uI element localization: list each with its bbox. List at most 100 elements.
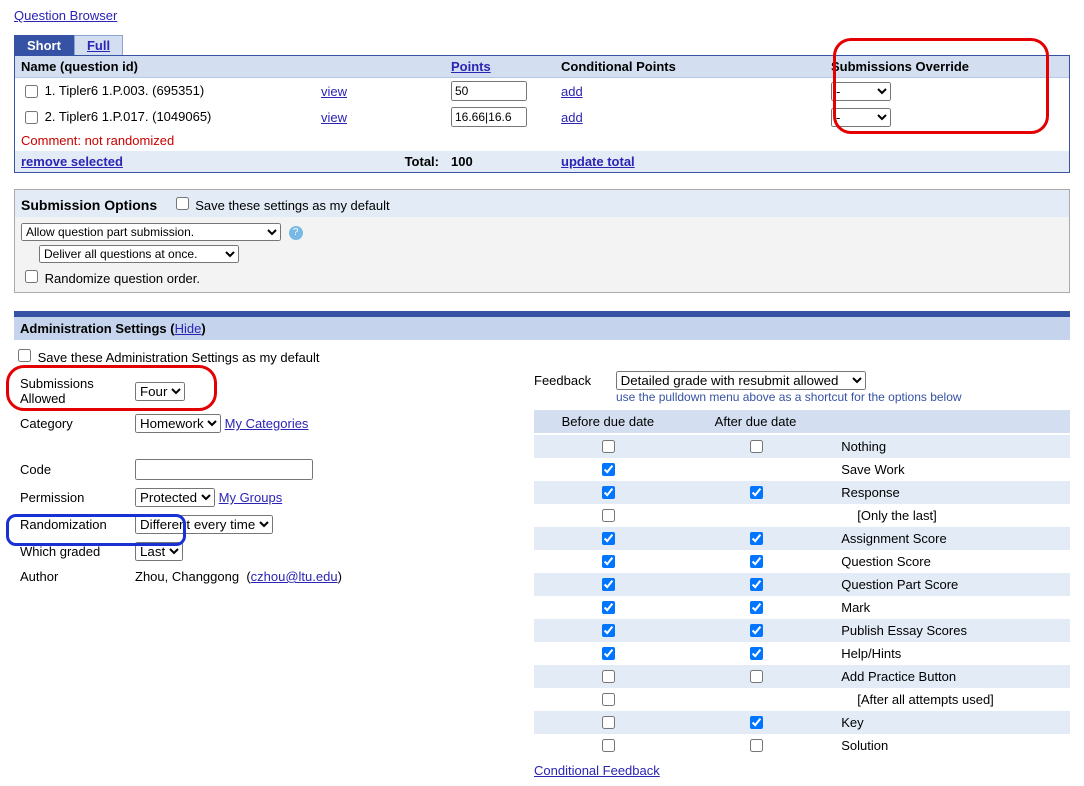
col-before-due: Before due date: [534, 410, 682, 434]
part-submission-select[interactable]: Allow question part submission.: [21, 223, 281, 241]
row-checkbox[interactable]: [25, 85, 38, 98]
admin-save-default-checkbox[interactable]: [18, 349, 31, 362]
add-cond-link[interactable]: add: [561, 84, 583, 99]
tab-full[interactable]: Full: [74, 35, 123, 55]
feedback-row-label: Help/Hints: [829, 642, 1070, 665]
before-checkbox[interactable]: [602, 739, 615, 752]
permission-select[interactable]: Protected: [135, 488, 215, 507]
author-name: Zhou, Changgong: [135, 569, 239, 584]
before-checkbox[interactable]: [602, 463, 615, 476]
feedback-row: Assignment Score: [534, 527, 1070, 550]
total-value: 100: [445, 151, 555, 172]
question-browser-link[interactable]: Question Browser: [14, 8, 117, 23]
label-code: Code: [16, 456, 129, 483]
update-total-link[interactable]: update total: [561, 154, 635, 169]
feedback-select[interactable]: Detailed grade with resubmit allowed: [616, 371, 866, 390]
col-cond-points: Conditional Points: [555, 56, 825, 78]
tabs: Short Full: [14, 35, 1070, 55]
before-checkbox[interactable]: [602, 486, 615, 499]
submission-options-title: Submission Options: [21, 197, 157, 213]
remove-selected-link[interactable]: remove selected: [21, 154, 123, 169]
view-link[interactable]: view: [321, 84, 347, 99]
row-checkbox[interactable]: [25, 111, 38, 124]
row-idx: 2.: [45, 108, 56, 123]
after-checkbox[interactable]: [750, 578, 763, 591]
hide-link[interactable]: Hide: [175, 321, 202, 336]
label-submissions-allowed: Submissions Allowed: [16, 373, 129, 409]
after-checkbox[interactable]: [750, 440, 763, 453]
save-default-checkbox[interactable]: [176, 197, 189, 210]
row-idx: 1.: [45, 82, 56, 97]
feedback-label: Feedback: [534, 373, 612, 388]
before-checkbox[interactable]: [602, 716, 615, 729]
which-graded-select[interactable]: Last: [135, 542, 183, 561]
points-input[interactable]: [451, 81, 527, 101]
randomization-select[interactable]: Different every time: [135, 515, 273, 534]
before-checkbox[interactable]: [602, 578, 615, 591]
label-which-graded: Which graded: [16, 539, 129, 564]
feedback-row-label: Key: [829, 711, 1070, 734]
before-checkbox[interactable]: [602, 670, 615, 683]
tab-short[interactable]: Short: [14, 35, 74, 55]
before-checkbox[interactable]: [602, 509, 615, 522]
admin-settings-table: Submissions Allowed Four Category Homewo…: [14, 371, 348, 589]
feedback-row: Add Practice Button: [534, 665, 1070, 688]
deliver-select[interactable]: Deliver all questions at once.: [39, 245, 239, 263]
feedback-row: Solution: [534, 734, 1070, 757]
my-categories-link[interactable]: My Categories: [225, 416, 309, 431]
override-select[interactable]: -: [831, 108, 891, 127]
admin-save-default-label: Save these Administration Settings as my…: [38, 350, 320, 365]
randomize-checkbox[interactable]: [25, 270, 38, 283]
before-checkbox[interactable]: [602, 693, 615, 706]
feedback-row-label: Assignment Score: [829, 527, 1070, 550]
after-checkbox[interactable]: [750, 716, 763, 729]
feedback-row-label: [After all attempts used]: [829, 688, 1070, 711]
category-select[interactable]: Homework: [135, 414, 221, 433]
feedback-hint: use the pulldown menu above as a shortcu…: [616, 390, 1070, 404]
after-checkbox[interactable]: [750, 624, 763, 637]
feedback-row: [Only the last]: [534, 504, 1070, 527]
feedback-row-label: Save Work: [829, 458, 1070, 481]
feedback-row: Question Score: [534, 550, 1070, 573]
col-after-due: After due date: [682, 410, 829, 434]
feedback-row: Question Part Score: [534, 573, 1070, 596]
my-groups-link[interactable]: My Groups: [219, 490, 283, 505]
before-checkbox[interactable]: [602, 440, 615, 453]
feedback-row: Key: [534, 711, 1070, 734]
row-id: (1049065): [152, 108, 211, 123]
points-input[interactable]: [451, 107, 527, 127]
table-row: 2. Tipler6 1.P.017. (1049065) view add -: [15, 104, 1069, 130]
code-input[interactable]: [135, 459, 313, 480]
before-checkbox[interactable]: [602, 601, 615, 614]
table-row: 1. Tipler6 1.P.003. (695351) view add -: [15, 78, 1069, 105]
row-id: (695351): [152, 82, 204, 97]
after-checkbox[interactable]: [750, 647, 763, 660]
label-randomization: Randomization: [16, 512, 129, 537]
feedback-row-label: Solution: [829, 734, 1070, 757]
save-default-label: Save these settings as my default: [195, 198, 389, 213]
help-icon[interactable]: ?: [289, 226, 303, 240]
col-name: Name (question id): [15, 56, 445, 78]
after-checkbox[interactable]: [750, 739, 763, 752]
author-email-link[interactable]: czhou@ltu.edu: [251, 569, 338, 584]
before-checkbox[interactable]: [602, 532, 615, 545]
before-checkbox[interactable]: [602, 624, 615, 637]
before-checkbox[interactable]: [602, 647, 615, 660]
override-select[interactable]: -: [831, 82, 891, 101]
after-checkbox[interactable]: [750, 555, 763, 568]
label-permission: Permission: [16, 485, 129, 510]
label-author: Author: [16, 566, 129, 587]
after-checkbox[interactable]: [750, 670, 763, 683]
after-checkbox[interactable]: [750, 532, 763, 545]
feedback-row: Save Work: [534, 458, 1070, 481]
after-checkbox[interactable]: [750, 486, 763, 499]
col-points[interactable]: Points: [445, 56, 555, 78]
row-name: Tipler6 1.P.003.: [59, 82, 149, 97]
add-cond-link[interactable]: add: [561, 110, 583, 125]
submissions-allowed-select[interactable]: Four: [135, 382, 185, 401]
total-label: Total:: [315, 151, 445, 172]
before-checkbox[interactable]: [602, 555, 615, 568]
feedback-row-label: Response: [829, 481, 1070, 504]
view-link[interactable]: view: [321, 110, 347, 125]
after-checkbox[interactable]: [750, 601, 763, 614]
